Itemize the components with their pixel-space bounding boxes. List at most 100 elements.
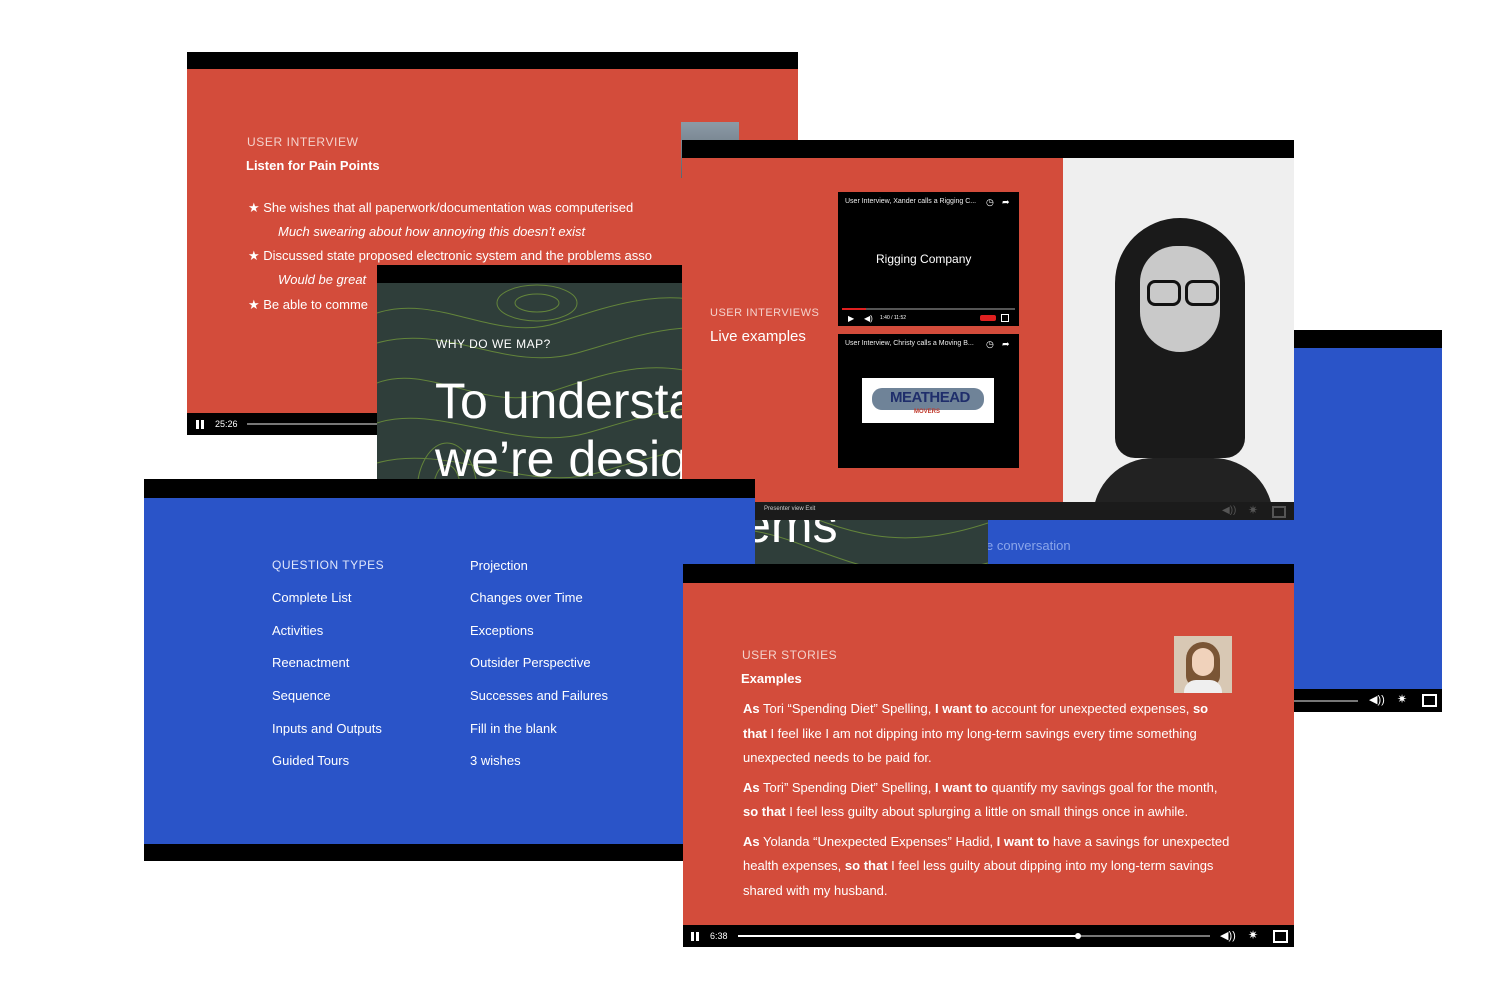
slide-eyebrow: WHY DO WE MAP? bbox=[436, 337, 551, 351]
slide-canvas: USER INTERVIEWS Live examples User Inter… bbox=[682, 158, 1063, 502]
speaker-portrait bbox=[1063, 158, 1294, 502]
window-bottombar bbox=[144, 844, 755, 861]
story-text: health expenses, bbox=[743, 858, 845, 873]
window-topbar bbox=[683, 564, 1294, 583]
youtube-logo-icon bbox=[980, 315, 996, 321]
gear-icon[interactable]: ✷ bbox=[1248, 929, 1258, 941]
progress-fill bbox=[738, 935, 1078, 937]
story-keyword: As bbox=[743, 779, 760, 795]
logo-subtext: MOVERS bbox=[914, 409, 941, 415]
gear-icon[interactable]: ✷ bbox=[1397, 693, 1407, 705]
share-icon[interactable]: ➦ bbox=[1002, 196, 1010, 208]
question-type-item: Successes and Failures bbox=[470, 688, 609, 703]
question-type-item: Exceptions bbox=[470, 623, 534, 638]
story-keyword: so that bbox=[743, 804, 786, 819]
story-keyword: I want to bbox=[934, 779, 988, 795]
embedded-video-moving[interactable]: User Interview, Christy calls a Moving B… bbox=[838, 334, 1019, 468]
video-center-label: Rigging Company bbox=[876, 252, 972, 266]
story-text: Tori” Spending Diet” Spelling, bbox=[759, 779, 935, 795]
play-icon[interactable]: ▶ bbox=[848, 313, 854, 325]
slide-headline-line1: To understa bbox=[435, 373, 697, 429]
question-type-item: Sequence bbox=[272, 688, 331, 703]
story-keyword: that bbox=[743, 725, 767, 741]
window-topbar bbox=[682, 140, 1294, 158]
fullscreen-icon[interactable] bbox=[1273, 930, 1288, 943]
story-text: unexpected needs to be paid for. bbox=[743, 750, 932, 765]
user-story-line: As Tori” Spending Diet” Spelling, I want… bbox=[743, 780, 1218, 795]
video-title: User Interview, Christy calls a Moving B… bbox=[845, 340, 974, 347]
volume-icon[interactable]: ◀)) bbox=[1369, 694, 1385, 706]
playback-time: 6:38 bbox=[710, 931, 728, 941]
user-story-line: health expenses, so that I feel less gui… bbox=[743, 858, 1213, 873]
question-type-item: Outsider Perspective bbox=[470, 655, 591, 670]
slide-heading: Live examples bbox=[710, 328, 806, 345]
user-story-line: As Yolanda “Unexpected Expenses” Hadid, … bbox=[743, 834, 1229, 849]
story-keyword: so bbox=[1192, 701, 1209, 716]
logo-wordmark: MEATHEAD bbox=[890, 389, 970, 406]
user-story-line: that I feel like I am not dipping into m… bbox=[743, 726, 1197, 741]
clock-icon[interactable]: ◷ bbox=[986, 196, 994, 208]
user-story-line: unexpected needs to be paid for. bbox=[743, 750, 932, 765]
video-time: 1:40 / 11:52 bbox=[880, 315, 907, 321]
progress-bar[interactable] bbox=[738, 935, 1210, 937]
slide-window-question-types[interactable]: QUESTION TYPES Complete List Activities … bbox=[144, 479, 755, 861]
volume-icon[interactable]: ◀)) bbox=[1222, 505, 1236, 517]
clock-icon[interactable]: ◷ bbox=[986, 338, 994, 350]
bullet-subitem: Much swearing about how annoying this do… bbox=[278, 224, 586, 239]
video-progress[interactable] bbox=[842, 308, 1015, 310]
bullet-subitem: Would be great bbox=[278, 272, 367, 287]
user-story-line: As Tori “Spending Diet” Spelling, I want… bbox=[743, 701, 1208, 716]
share-icon[interactable]: ➦ bbox=[1002, 338, 1010, 350]
story-text: I feel like I am not dipping into my lon… bbox=[766, 725, 1197, 741]
question-type-item: Activities bbox=[272, 623, 324, 638]
player-controls: 6:38 ◀)) ✷ bbox=[683, 925, 1294, 947]
question-type-item: Inputs and Outputs bbox=[272, 721, 382, 736]
story-text: shared with my husband. bbox=[743, 882, 888, 898]
video-title: User Interview, Xander calls a Rigging C… bbox=[845, 198, 977, 205]
question-type-item: Fill in the blank bbox=[470, 721, 557, 736]
slide-eyebrow: USER INTERVIEWS bbox=[710, 307, 820, 319]
slide-window-live-examples[interactable]: USER INTERVIEWS Live examples User Inter… bbox=[682, 140, 1294, 520]
question-type-item: Changes over Time bbox=[470, 590, 583, 605]
story-keyword: As bbox=[743, 833, 760, 849]
slide-eyebrow: QUESTION TYPES bbox=[272, 558, 385, 572]
story-keyword: I want to bbox=[934, 701, 988, 716]
user-story-line: shared with my husband. bbox=[743, 883, 888, 898]
volume-icon[interactable]: ◀)) bbox=[1220, 930, 1236, 942]
story-keyword: so that bbox=[844, 858, 888, 873]
story-keyword: As bbox=[743, 701, 760, 716]
slide-eyebrow: USER STORIES bbox=[742, 648, 838, 662]
pause-icon[interactable] bbox=[691, 932, 699, 941]
bullet-item: ★ She wishes that all paperwork/document… bbox=[248, 200, 634, 215]
question-type-item: Reenactment bbox=[272, 655, 350, 670]
story-keyword: I want to bbox=[996, 833, 1050, 849]
story-text: quantify my savings goal for the month, bbox=[987, 779, 1218, 795]
volume-icon[interactable]: ◀) bbox=[864, 313, 873, 325]
question-type-item: 3 wishes bbox=[470, 753, 521, 768]
gear-icon[interactable]: ✷ bbox=[1248, 504, 1258, 516]
fullscreen-icon[interactable] bbox=[1422, 694, 1437, 707]
bullet-item: ★ Discussed state proposed electronic sy… bbox=[248, 248, 653, 263]
window-topbar bbox=[187, 52, 798, 69]
question-type-item: Projection bbox=[470, 558, 528, 573]
slide-window-user-stories[interactable]: USER STORIES Examples As Tori “Spending … bbox=[683, 564, 1294, 947]
presenter-bar-label[interactable]: Presenter view Exit bbox=[764, 506, 815, 512]
fullscreen-icon[interactable] bbox=[1272, 506, 1286, 518]
playback-time: 25:26 bbox=[215, 419, 238, 429]
progress-knob[interactable] bbox=[1074, 933, 1081, 939]
story-text: account for unexpected expenses, bbox=[987, 701, 1193, 716]
user-story-line: so that I feel less guilty about splurgi… bbox=[743, 804, 1188, 819]
window-topbar bbox=[144, 479, 755, 498]
fullscreen-icon[interactable] bbox=[1001, 314, 1009, 322]
story-text: Yolanda “Unexpected Expenses” Hadid, bbox=[759, 833, 997, 849]
presenter-controls: Presenter view Exit ◀)) ✷ bbox=[682, 502, 1294, 520]
pause-icon[interactable] bbox=[196, 420, 204, 429]
embedded-video-rigging[interactable]: User Interview, Xander calls a Rigging C… bbox=[838, 192, 1019, 326]
story-text: I feel less guilty about splurging a lit… bbox=[785, 804, 1189, 819]
story-text: Tori “Spending Diet” Spelling, bbox=[759, 701, 935, 716]
slide-canvas: QUESTION TYPES Complete List Activities … bbox=[144, 498, 755, 844]
slide-heading: Examples bbox=[741, 671, 802, 686]
question-type-item: Guided Tours bbox=[272, 753, 350, 768]
persona-avatar bbox=[1174, 636, 1232, 693]
slide-eyebrow: USER INTERVIEW bbox=[247, 135, 359, 149]
